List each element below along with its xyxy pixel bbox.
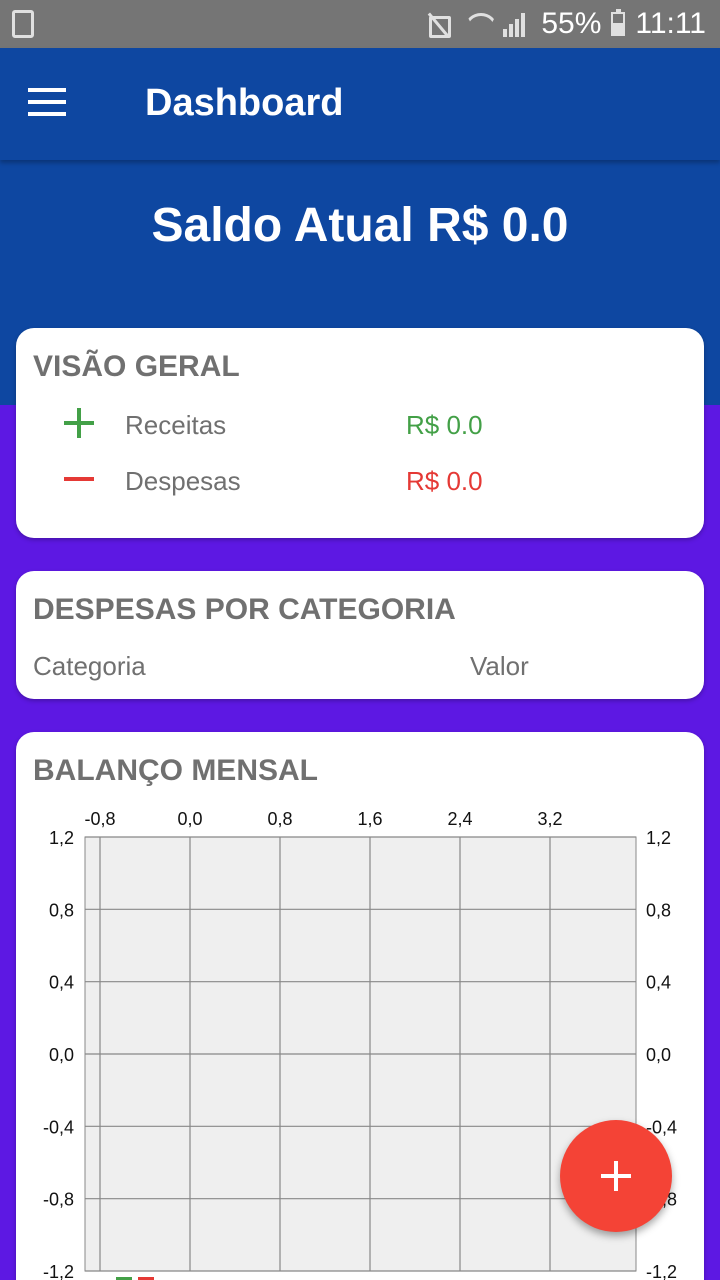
signal-icon <box>503 11 531 37</box>
chart-y-tick-label-right: 1,2 <box>646 828 671 848</box>
chart-y-tick-label-right: 0,0 <box>646 1045 671 1065</box>
add-button[interactable] <box>560 1120 672 1232</box>
battery-percent: 55% <box>541 7 602 40</box>
category-card: DESPESAS POR CATEGORIA Categoria Valor <box>16 571 704 699</box>
app-bar: Dashboard <box>0 48 720 160</box>
chart-x-tick-label: 1,6 <box>357 809 382 829</box>
chart-y-tick-label: -0,8 <box>43 1190 74 1210</box>
chart-y-tick-label: -0,4 <box>43 1117 74 1137</box>
status-bar: 55% 11:11 <box>0 0 720 48</box>
expense-value: R$ 0.0 <box>406 466 483 496</box>
page-title: Dashboard <box>145 82 344 124</box>
overview-card: VISÃO GERAL Receitas R$ 0.0 Despesas R$ … <box>16 328 704 538</box>
chart-x-tick-label: -0,8 <box>84 809 115 829</box>
menu-icon[interactable] <box>28 88 68 120</box>
expense-label: Despesas <box>125 466 241 496</box>
recycle-notification-icon <box>12 10 34 38</box>
income-value: R$ 0.0 <box>406 410 483 440</box>
clock: 11:11 <box>635 7 706 40</box>
chart-x-tick-label: 0,8 <box>267 809 292 829</box>
plus-icon <box>64 408 94 438</box>
chart-y-tick-label: 0,0 <box>49 1045 74 1065</box>
income-row: Receitas R$ 0.0 <box>16 408 704 448</box>
chart-y-tick-label: 1,2 <box>49 828 74 848</box>
chart-y-tick-label-right: 0,4 <box>646 973 671 993</box>
category-title: DESPESAS POR CATEGORIA <box>33 593 456 626</box>
wifi-icon <box>463 11 493 37</box>
battery-icon <box>611 9 626 36</box>
chart-y-tick-label: -1,2 <box>43 1262 74 1280</box>
chart-y-tick-label: 0,8 <box>49 900 74 920</box>
income-label: Receitas <box>125 410 227 440</box>
value-column-header: Valor <box>470 651 529 681</box>
current-balance: Saldo Atual R$ 0.0 <box>151 199 569 252</box>
overview-title: VISÃO GERAL <box>33 350 240 383</box>
chart-x-tick-label: 3,2 <box>537 809 562 829</box>
category-column-header: Categoria <box>33 651 146 681</box>
expense-row: Despesas R$ 0.0 <box>16 464 704 504</box>
minus-icon <box>64 464 94 494</box>
chart-y-tick-label: 0,4 <box>49 973 74 993</box>
chart-x-tick-label: 0,0 <box>177 809 202 829</box>
mute-icon <box>423 11 453 38</box>
chart-y-tick-label-right: -1,2 <box>646 1262 677 1280</box>
chart-y-tick-label-right: 0,8 <box>646 900 671 920</box>
chart-x-tick-label: 2,4 <box>447 809 472 829</box>
